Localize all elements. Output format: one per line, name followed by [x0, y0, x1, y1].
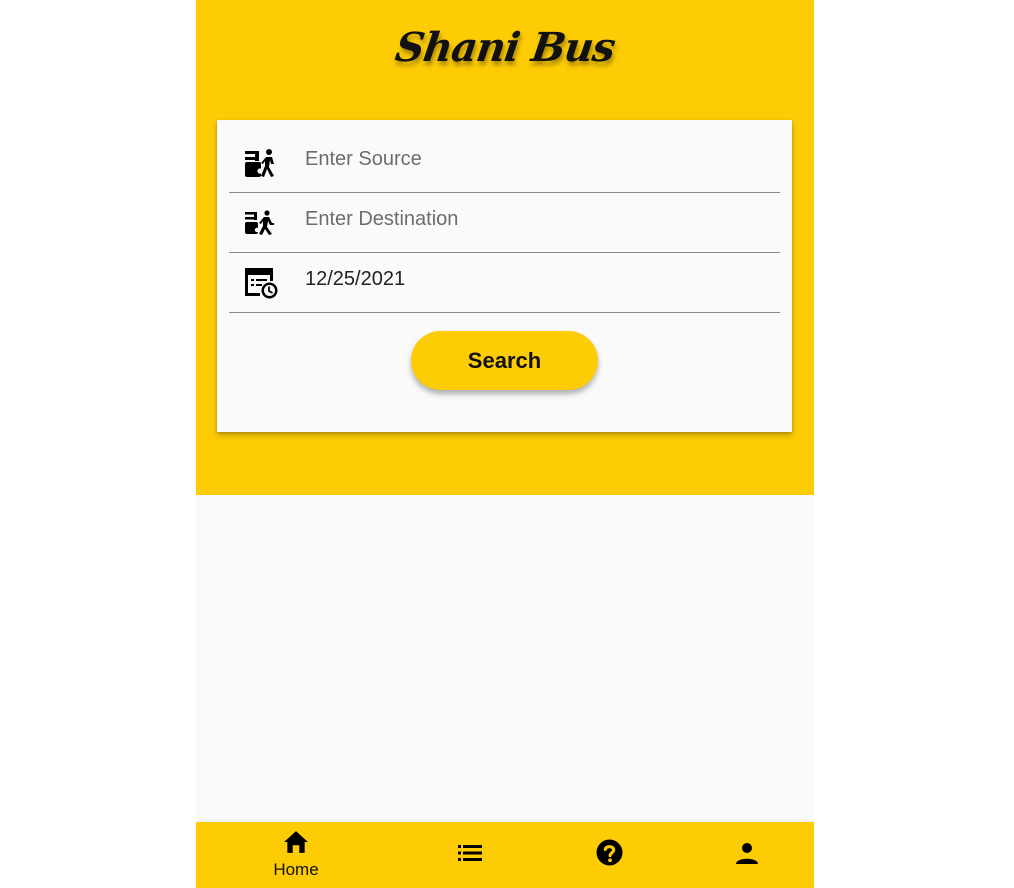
calendar-clock-icon	[241, 263, 281, 303]
bus-boarding-icon	[241, 143, 281, 183]
source-input[interactable]	[305, 133, 765, 185]
date-input[interactable]	[305, 253, 765, 305]
date-field	[229, 253, 780, 313]
destination-input[interactable]	[305, 193, 765, 245]
nav-profile[interactable]	[697, 822, 797, 888]
source-field	[229, 133, 780, 193]
nav-help[interactable]	[559, 822, 659, 888]
nav-list[interactable]	[420, 822, 520, 888]
help-icon	[596, 839, 623, 871]
home-icon	[283, 830, 309, 859]
search-card: Search	[217, 120, 792, 432]
search-button[interactable]: Search	[411, 331, 598, 390]
app-logo: Shani Bus	[392, 24, 618, 71]
destination-field	[229, 193, 780, 253]
header-banner: Shani Bus Enter Source Enter Destination…	[196, 0, 814, 495]
bottom-navigation: Home	[196, 822, 814, 888]
bus-alight-icon	[241, 203, 281, 243]
app-screen: Shani Bus Enter Source Enter Destination…	[196, 0, 814, 888]
person-icon	[736, 842, 758, 869]
list-icon	[458, 844, 482, 867]
nav-home-label: Home	[273, 860, 319, 879]
nav-home[interactable]: Home	[246, 822, 346, 888]
